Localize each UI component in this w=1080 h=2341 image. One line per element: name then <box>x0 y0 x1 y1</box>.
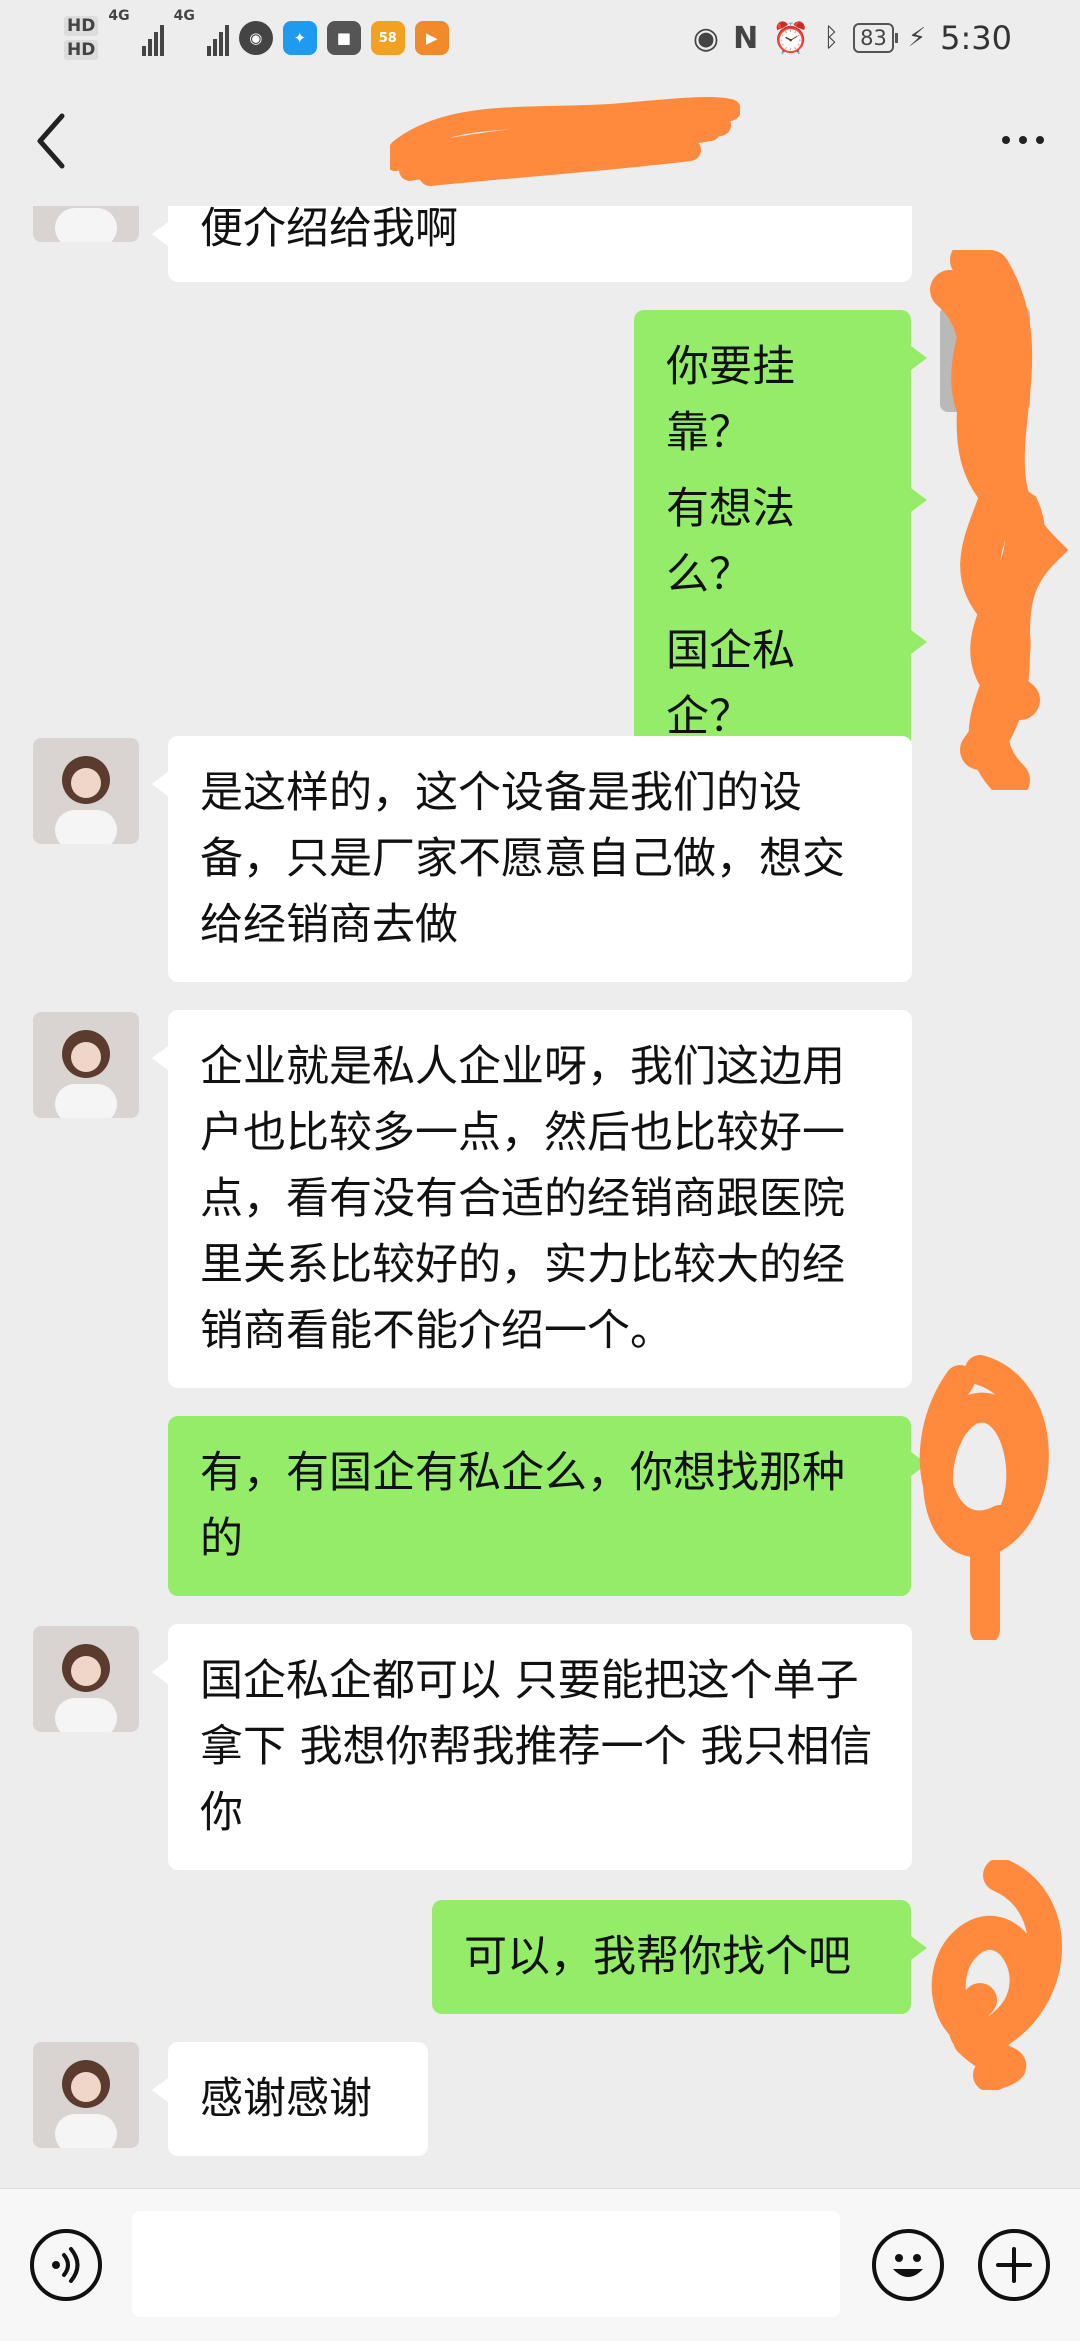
avatar[interactable] <box>33 1626 139 1732</box>
alarm-icon: ⏰ <box>772 20 810 56</box>
avatar[interactable] <box>33 738 139 844</box>
more-functions-button[interactable] <box>978 2229 1050 2301</box>
nfc-icon: N <box>733 20 759 56</box>
status-bar: HD HD 4G 4G ◉ ✦ ■ 58 ▶ ◉ N ⏰ ᛒ 83 ⚡ 5:30 <box>0 0 1080 72</box>
58-app-icon: 58 <box>370 21 405 55</box>
emoji-button[interactable] <box>872 2229 944 2301</box>
signal-1-icon <box>141 20 164 56</box>
avatar[interactable] <box>33 206 139 242</box>
voice-icon <box>52 2247 80 2283</box>
status-time: 5:30 <box>940 19 1012 57</box>
back-button[interactable] <box>28 108 78 174</box>
huawei-app-icon: ■ <box>326 21 361 55</box>
message-bubble[interactable]: 便介绍给我啊 <box>152 206 912 282</box>
chat-header <box>0 72 1080 206</box>
emoji-icon <box>893 2254 923 2277</box>
hd-indicators: HD HD <box>64 16 99 60</box>
chevron-left-icon <box>37 113 65 169</box>
bulb-app-icon: ✦ <box>282 21 317 55</box>
status-left: HD HD 4G 4G ◉ ✦ ■ 58 ▶ <box>64 8 449 68</box>
plus-icon <box>996 2247 1032 2283</box>
message-bubble[interactable]: 可以，我帮你找个吧 <box>432 1900 927 2014</box>
message-bubble[interactable]: 是这样的，这个设备是我们的设备，只是厂家不愿意自己做，想交给经销商去做 <box>152 736 912 982</box>
status-right: ◉ N ⏰ ᛒ 83 ⚡ 5:30 <box>693 8 1012 68</box>
avatar[interactable] <box>33 2042 139 2148</box>
avatar[interactable] <box>33 1012 139 1118</box>
message-list[interactable]: 便介绍给我啊 你要挂靠？ 有想法么？ 国企私企？ 是这样的，这个设备是我们的设备… <box>0 206 1080 2188</box>
message-bubble[interactable]: 企业就是私人企业呀，我们这边用户也比较多一点，然后也比较好一点，看有没有合适的经… <box>152 1010 912 1388</box>
bluetooth-icon: ᛒ <box>823 23 840 53</box>
voice-button[interactable] <box>30 2229 102 2301</box>
network-2-label: 4G <box>173 8 195 24</box>
charging-icon: ⚡ <box>907 23 927 53</box>
network-1-label: 4G <box>108 8 130 24</box>
play-app-icon: ▶ <box>414 21 449 55</box>
message-bubble[interactable]: 感谢感谢 <box>152 2042 428 2156</box>
message-bubble[interactable]: 国企私企都可以 只要能把这个单子拿下 我想你帮我推荐一个 我只相信你 <box>152 1624 912 1870</box>
battery-icon: 83 <box>853 23 898 53</box>
message-bubble[interactable]: 有，有国企有私企么，你想找那种的 <box>168 1416 927 1596</box>
eye-icon: ◉ <box>692 20 720 56</box>
more-dots-icon <box>1002 136 1010 144</box>
signal-2-icon <box>206 20 229 56</box>
qq-icon: ◉ <box>238 21 273 55</box>
more-button[interactable] <box>1002 136 1044 144</box>
message-input[interactable] <box>132 2211 840 2317</box>
hd-2-badge: HD <box>64 40 99 60</box>
input-bar <box>0 2188 1080 2341</box>
chat-title <box>390 102 730 172</box>
avatar[interactable] <box>940 306 1030 412</box>
hd-1-badge: HD <box>64 16 99 36</box>
